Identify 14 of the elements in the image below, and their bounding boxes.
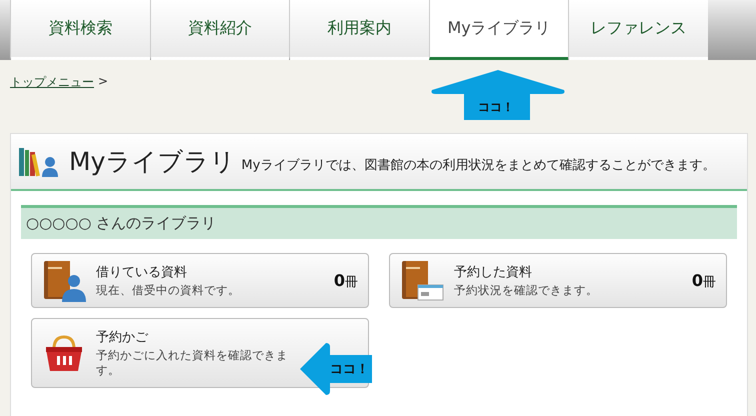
- arrow-tooltip: ココ！: [300, 343, 372, 395]
- arrow-tooltip: ココ！: [430, 70, 566, 120]
- card-description: 予約かごに入れた資料を確認できます。: [96, 348, 289, 378]
- library-heading: ○○○○○ さんのライブラリ: [21, 205, 737, 239]
- card-description: 現在、借受中の資料です。: [96, 283, 241, 298]
- card-title: 予約かご: [96, 329, 150, 346]
- card-title: 予約した資料: [454, 264, 533, 281]
- page-description: Myライブラリでは、図書館の本の利用状況をまとめて確認することができます。: [241, 156, 716, 174]
- breadcrumb-separator: >: [98, 74, 108, 90]
- page-title: Myライブラリ: [69, 146, 236, 178]
- item-count: 0冊: [334, 270, 358, 290]
- card-description: 予約状況を確認できます。: [454, 283, 599, 298]
- item-count: 0冊: [692, 270, 716, 290]
- card-title: 借りている資料: [96, 264, 188, 281]
